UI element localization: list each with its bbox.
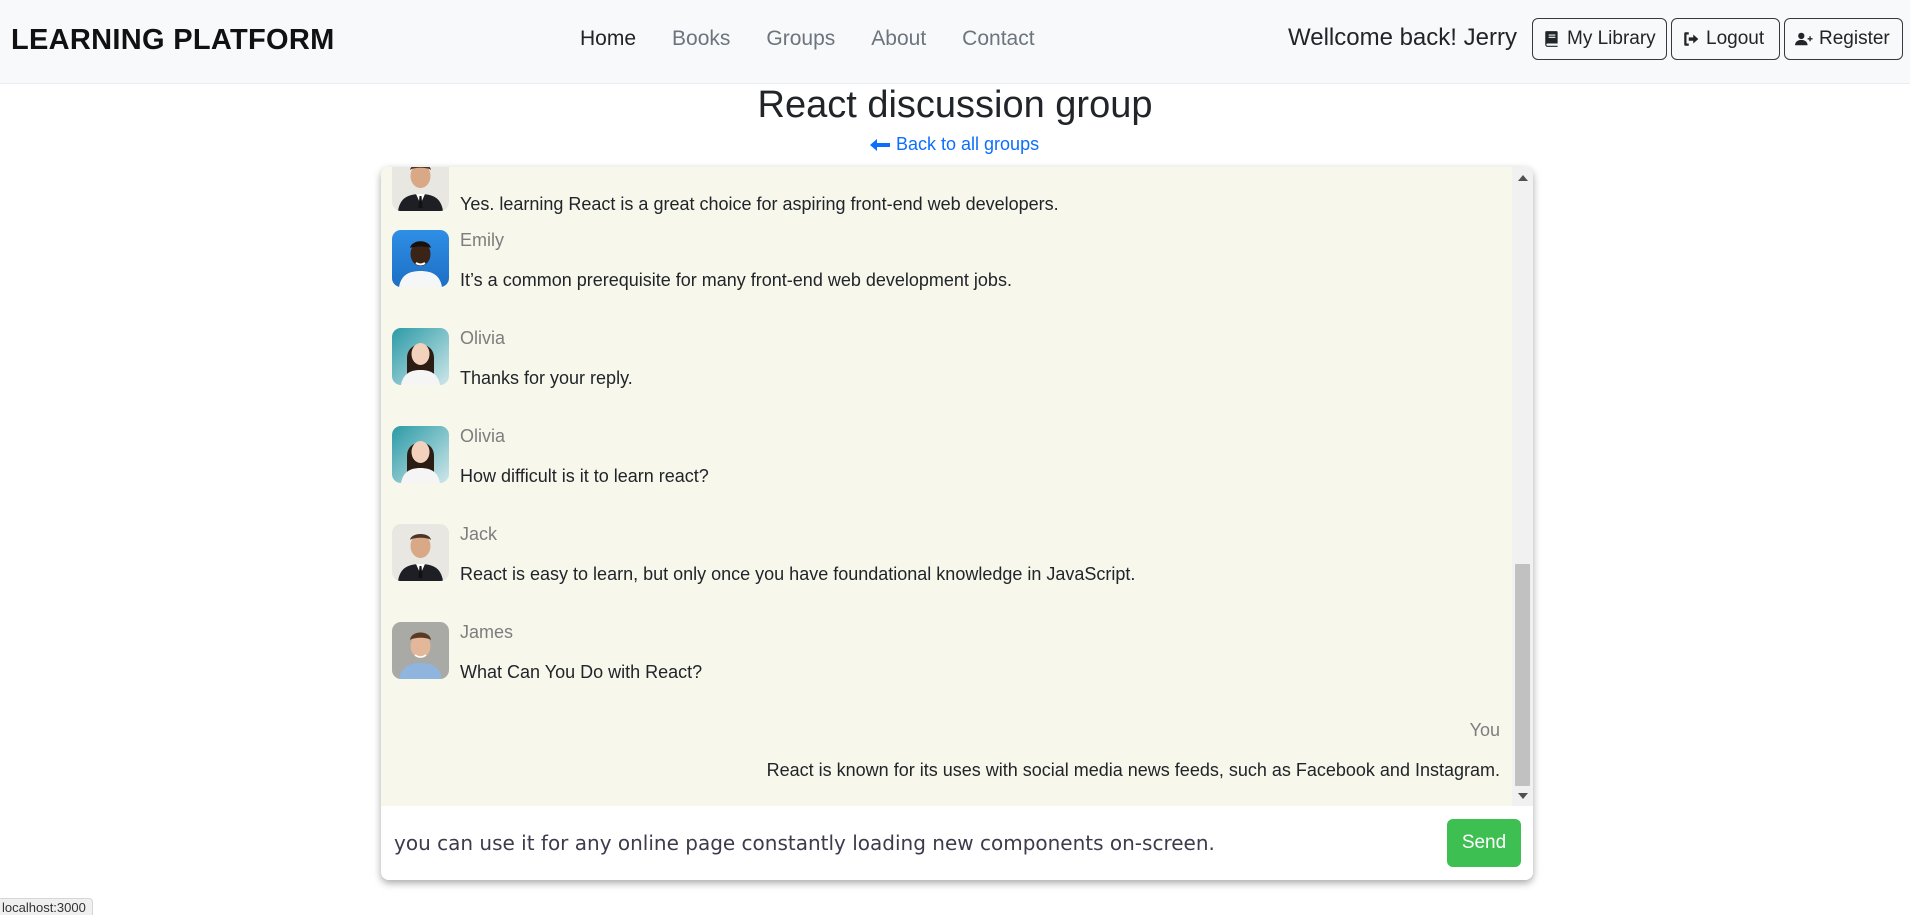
nav-link-contact[interactable]: Contact (962, 27, 1034, 59)
message-text: How difficult is it to learn react? (460, 466, 709, 486)
message-author: You (1469, 720, 1500, 740)
olivia-avatar (392, 426, 449, 483)
message-author: Olivia (460, 426, 506, 446)
brand-logo[interactable]: LEARNING PLATFORM (11, 24, 335, 57)
back-to-groups-link[interactable]: Back to all groups (870, 134, 1039, 155)
top-navbar: LEARNING PLATFORM Home Books Groups Abou… (0, 0, 1910, 84)
welcome-message: Wellcome back! Jerry (1288, 24, 1517, 51)
compose-area: Send (381, 806, 1533, 880)
jack-avatar (392, 524, 449, 581)
my-library-label: My Library (1567, 28, 1656, 49)
message-scrollbar[interactable] (1512, 167, 1533, 806)
nav-link-about[interactable]: About (871, 27, 926, 59)
message-author: Jack (460, 524, 498, 544)
message-author: Emily (460, 230, 504, 250)
message-author: Olivia (460, 328, 506, 348)
own-message-item: You React is known for its uses with soc… (600, 720, 1500, 806)
page-title: React discussion group (757, 84, 1153, 126)
scroll-down-arrow-icon[interactable] (1512, 785, 1533, 806)
nav-link-groups[interactable]: Groups (766, 27, 835, 59)
back-link-label: Back to all groups (896, 134, 1040, 154)
send-button[interactable]: Send (1447, 819, 1521, 867)
message-text: React is easy to learn, but only once yo… (460, 564, 1136, 584)
arrow-left-icon (870, 137, 890, 153)
register-button[interactable]: Register (1784, 18, 1903, 60)
logout-label: Logout (1706, 28, 1765, 49)
nav-link-books[interactable]: Books (672, 27, 730, 59)
browser-status-bar: localhost:3000 (0, 898, 93, 915)
scroll-up-arrow-icon[interactable] (1512, 167, 1533, 188)
message-text: React is known for its uses with social … (766, 760, 1500, 780)
message-text: Thanks for your reply. (460, 368, 633, 388)
message-text: What Can You Do with React? (460, 662, 703, 682)
my-library-button[interactable]: My Library (1532, 18, 1667, 60)
message-text: It’s a common prerequisite for many fron… (460, 270, 1012, 290)
nav-link-home[interactable]: Home (580, 27, 636, 59)
olivia-avatar (392, 328, 449, 385)
nav-links: Home Books Groups About Contact (580, 27, 1035, 59)
message-author: James (460, 622, 514, 642)
book-icon (1543, 30, 1561, 48)
logout-icon (1682, 30, 1700, 48)
scrollbar-thumb[interactable] (1515, 564, 1530, 786)
message-list[interactable]: Yes. learning React is a great choice fo… (381, 167, 1533, 806)
message-input[interactable] (381, 806, 1441, 880)
jack-avatar (392, 167, 449, 211)
emily-avatar (392, 230, 449, 287)
register-label: Register (1819, 28, 1890, 49)
chat-panel: Yes. learning React is a great choice fo… (381, 167, 1533, 880)
james-avatar (392, 622, 449, 679)
message-text: Yes. learning React is a great choice fo… (460, 194, 1059, 214)
user-plus-icon (1795, 30, 1813, 48)
logout-button[interactable]: Logout (1671, 18, 1780, 60)
